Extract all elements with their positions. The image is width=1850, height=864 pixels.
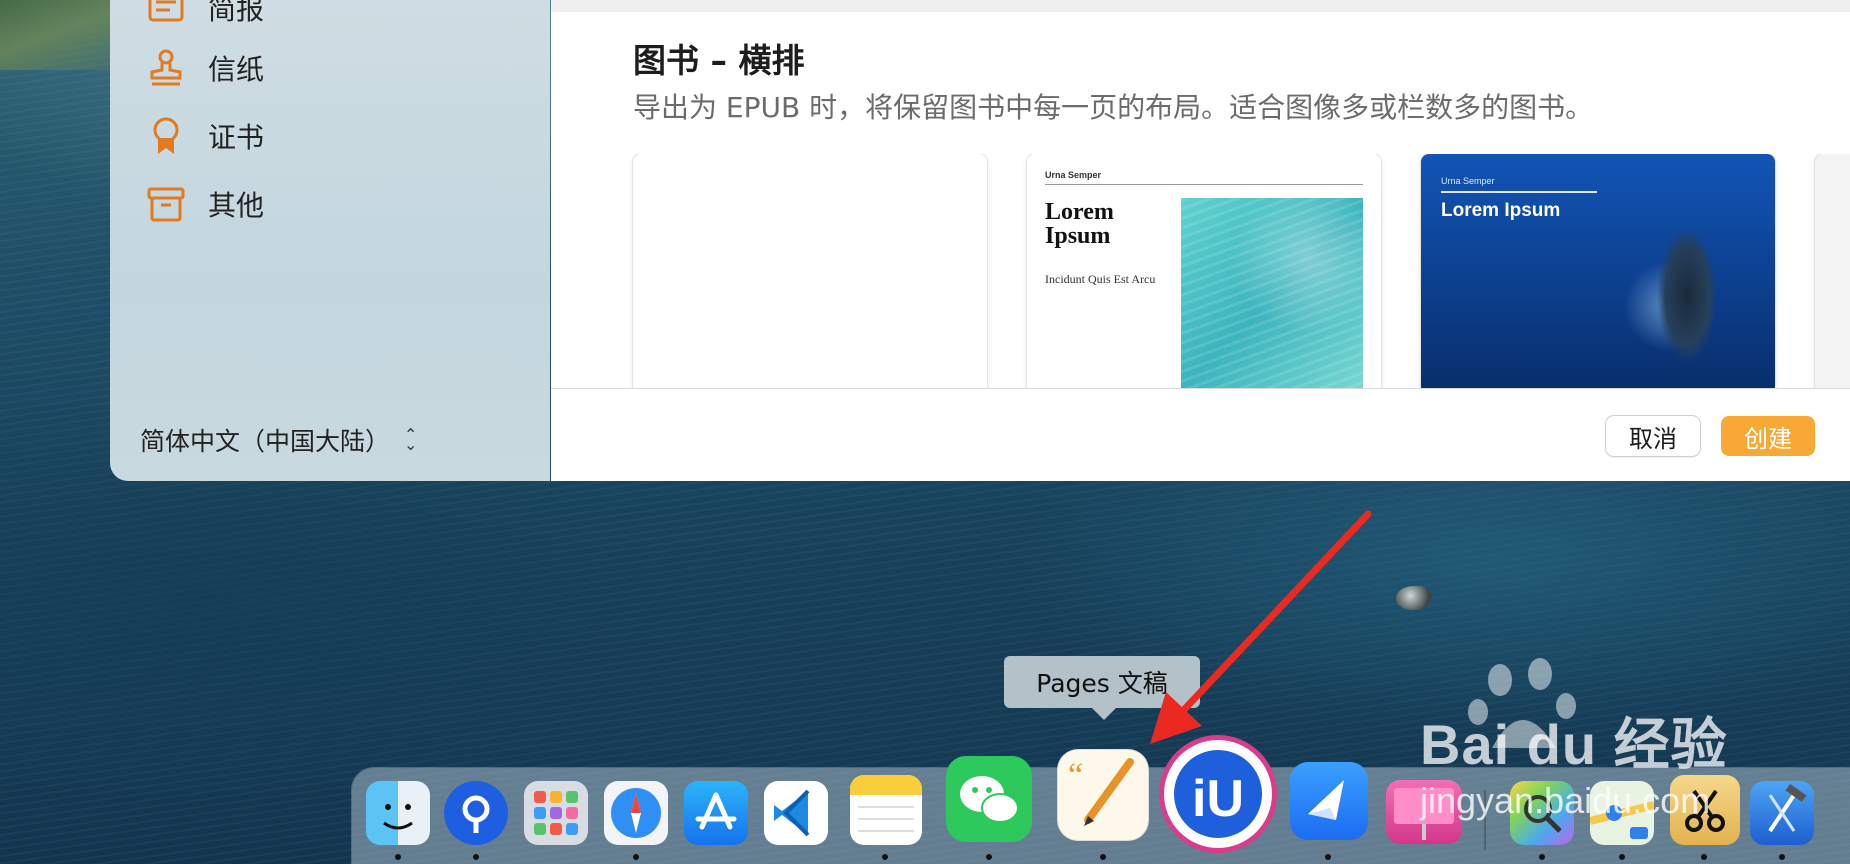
- svg-text:“: “: [1068, 757, 1083, 794]
- finder-icon[interactable]: [366, 781, 430, 845]
- running-indicator: [1325, 854, 1331, 860]
- template-title: Lorem Ipsum: [1045, 199, 1114, 249]
- template-photo: [1181, 198, 1363, 388]
- running-indicator: [1701, 854, 1707, 860]
- running-indicator: [1619, 854, 1625, 860]
- running-indicator: [395, 854, 401, 860]
- baidu-brand-watermark: Bai du 经验: [1420, 713, 1728, 776]
- pages-icon[interactable]: “: [1058, 750, 1148, 840]
- template-thumbnail-blank[interactable]: [633, 154, 987, 388]
- notes-icon[interactable]: [850, 775, 922, 845]
- template-gallery: Urna Semper Lorem Ipsum Incidunt Quis Es…: [551, 154, 1850, 388]
- template-rule: [1441, 191, 1597, 193]
- sidebar-item-label: 其他: [208, 189, 265, 222]
- baidu-url-watermark: jingyan.baidu.com: [1420, 780, 1711, 821]
- sidebar-item-label: 信纸: [208, 53, 265, 86]
- safari-icon[interactable]: [604, 781, 668, 845]
- chevron-updown-icon: ⌃ ⌄: [404, 425, 418, 454]
- wallpaper-rock: [1396, 586, 1432, 610]
- running-indicator: [1779, 854, 1785, 860]
- sidebar-item-other[interactable]: 其他: [146, 182, 264, 226]
- template-title: Lorem Ipsum: [1441, 200, 1561, 221]
- running-indicator: [473, 854, 479, 860]
- section-title: 图书 – 横排: [633, 41, 805, 80]
- template-header: Urna Semper: [1441, 176, 1495, 186]
- section-description: 导出为 EPUB 时，将保留图书中每一页的布局。适合图像多或栏数多的图书。: [633, 91, 1594, 124]
- cancel-button[interactable]: 取消: [1606, 416, 1700, 456]
- template-category-sidebar: 简报 信纸 证书 其他 简体中文（中国大陆） ⌃ ⌄: [110, 0, 550, 481]
- template-thumbnail-3[interactable]: Urna Semper Lorem Ipsum: [1421, 154, 1775, 388]
- iu-app-icon[interactable]: iU: [1164, 740, 1272, 848]
- sidebar-item-newsletter[interactable]: 简报: [146, 0, 264, 30]
- scroll-top-strip: [551, 0, 1850, 12]
- launchpad-icon[interactable]: [524, 781, 588, 845]
- language-label: 简体中文（中国大陆）: [140, 427, 391, 456]
- sidebar-item-label: 证书: [208, 121, 265, 154]
- feishu-icon[interactable]: [1290, 762, 1368, 840]
- create-button[interactable]: 创建: [1721, 416, 1815, 456]
- template-header: Urna Semper: [1045, 170, 1102, 180]
- running-indicator: [882, 854, 888, 860]
- running-indicator: [1539, 854, 1545, 860]
- sidebar-item-label: 简报: [208, 0, 265, 26]
- running-indicator: [1100, 854, 1106, 860]
- pinpoint-icon[interactable]: [444, 781, 508, 845]
- newsletter-icon: [146, 0, 186, 28]
- template-subtitle: Incidunt Quis Est Arcu: [1045, 272, 1156, 286]
- running-indicator: [986, 854, 992, 860]
- svg-text:iU: iU: [1192, 770, 1244, 828]
- sidebar-item-letterhead[interactable]: 信纸: [146, 46, 264, 90]
- wechat-icon[interactable]: [946, 756, 1032, 842]
- running-indicator: [633, 854, 639, 860]
- vscode-icon[interactable]: [764, 781, 828, 845]
- ribbon-award-icon: [146, 116, 186, 156]
- language-selector[interactable]: 简体中文（中国大陆） ⌃ ⌄: [140, 422, 417, 458]
- sidebar-item-certificate[interactable]: 证书: [146, 114, 264, 158]
- template-photo: [1621, 174, 1741, 388]
- app-store-icon[interactable]: [684, 781, 748, 845]
- xcode-icon[interactable]: [1750, 781, 1814, 845]
- template-thumbnail-2[interactable]: Urna Semper Lorem Ipsum Incidunt Quis Es…: [1027, 154, 1381, 388]
- template-thumbnail-4[interactable]: [1815, 154, 1850, 388]
- stamp-icon: [146, 48, 186, 88]
- archive-box-icon: [146, 184, 186, 224]
- template-rule: [1045, 184, 1363, 185]
- dock-tooltip: Pages 文稿: [1004, 656, 1200, 720]
- footer-divider: [551, 388, 1850, 389]
- template-chooser: 图书 – 横排 导出为 EPUB 时，将保留图书中每一页的布局。适合图像多或栏数…: [551, 0, 1850, 481]
